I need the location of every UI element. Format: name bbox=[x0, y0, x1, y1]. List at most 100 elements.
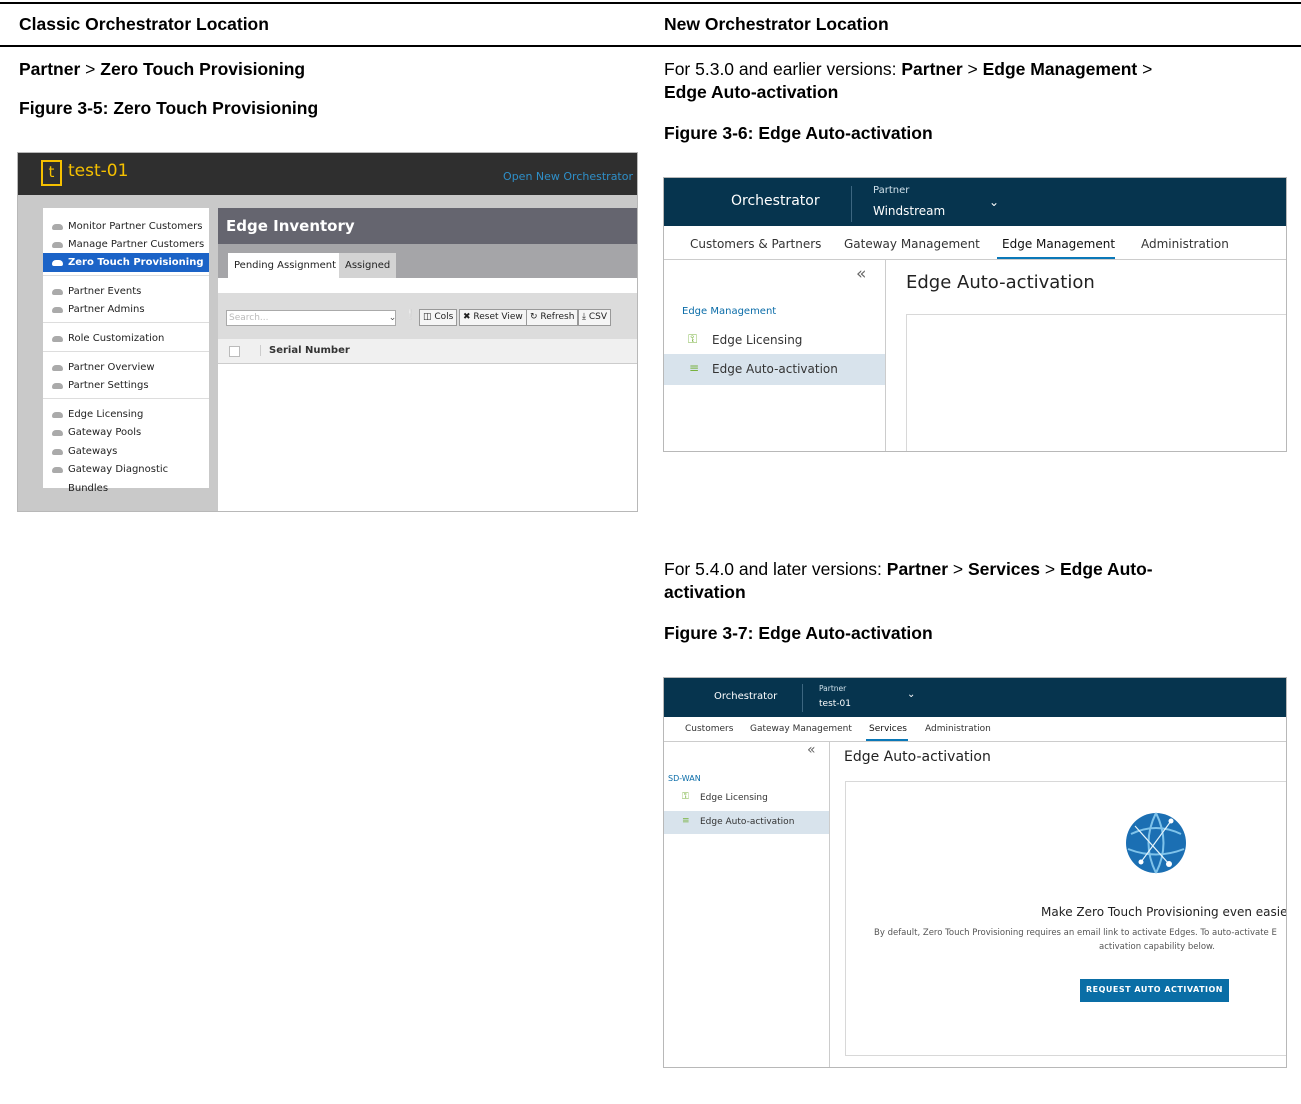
sidebar-item-gateway-diagnostic-bundles[interactable]: Gateway Diagnostic Bundles bbox=[43, 460, 209, 494]
sidebar-item-partner-events[interactable]: Partner Events bbox=[43, 282, 209, 301]
nav-item-edge-licensing[interactable]: ⚿ Edge Licensing bbox=[664, 326, 885, 354]
partner-label: Partner bbox=[873, 185, 910, 196]
header-rule bbox=[0, 45, 1301, 47]
active-tab-indicator bbox=[997, 257, 1115, 259]
sidebar-item-partner-admins[interactable]: Partner Admins bbox=[43, 300, 209, 319]
request-auto-activation-button[interactable]: REQUEST AUTO ACTIVATION bbox=[1080, 979, 1229, 1002]
double-chevron-left-icon[interactable]: « bbox=[856, 264, 866, 284]
main-tabs: Customers & Partners Gateway Management … bbox=[664, 226, 1286, 260]
top-nav: Orchestrator Partner Windstream ⌄ bbox=[664, 178, 1286, 226]
cloud-icon bbox=[52, 224, 63, 230]
tab-administration[interactable]: Administration bbox=[925, 724, 991, 734]
tab-edge-management[interactable]: Edge Management bbox=[1002, 237, 1115, 251]
tab-customers-partners[interactable]: Customers & Partners bbox=[690, 237, 821, 251]
sidebar-item-label: Partner Settings bbox=[68, 380, 149, 391]
sidebar-item-edge-licensing[interactable]: Edge Licensing bbox=[43, 405, 209, 424]
nav-section-title: SD-WAN bbox=[668, 774, 701, 783]
promo-description-line2: activation capability below. bbox=[1099, 942, 1215, 952]
edge-inventory-panel: Edge Inventory Pending Assignment Assign… bbox=[218, 208, 637, 511]
tab-gateway-management[interactable]: Gateway Management bbox=[750, 724, 852, 734]
cloud-icon bbox=[52, 260, 63, 266]
sidebar-item-gateways[interactable]: Gateways bbox=[43, 442, 209, 461]
refresh-button[interactable]: ↻ Refresh bbox=[526, 309, 579, 326]
tab-pending-assignment[interactable]: Pending Assignment bbox=[228, 253, 343, 278]
figure-caption-3-6: Figure 3-6: Edge Auto-activation bbox=[664, 123, 933, 143]
top-nav: Orchestrator Partner test-01 ⌄ bbox=[664, 678, 1286, 717]
refresh-label: Refresh bbox=[540, 312, 575, 322]
cols-button[interactable]: ◫ Cols bbox=[419, 309, 458, 326]
sidebar-item-monitor-partner-customers[interactable]: Monitor Partner Customers bbox=[43, 217, 209, 236]
edge-inventory-title: Edge Inventory bbox=[218, 208, 637, 244]
inventory-toolbar: Search... ⌄ ❕ ◫ Cols ✖ Reset View ↻ Refr… bbox=[218, 293, 637, 339]
version-intro: For 5.4.0 and later versions: bbox=[664, 559, 882, 579]
nav-item-label: Edge Auto-activation bbox=[700, 817, 795, 827]
classic-logo: t bbox=[41, 160, 62, 186]
nav-item-edge-auto-activation[interactable]: ≡ Edge Auto-activation bbox=[664, 811, 829, 834]
select-all-checkbox[interactable] bbox=[229, 346, 240, 357]
tab-administration[interactable]: Administration bbox=[1141, 237, 1229, 251]
open-new-orchestrator-link[interactable]: Open New Orchestrator bbox=[503, 170, 633, 183]
path-edge-auto-2: activation bbox=[664, 582, 746, 602]
classic-topbar: t test-01 Open New Orchestrator bbox=[18, 153, 637, 195]
path-edge-auto-activation: Edge Auto-activation bbox=[664, 82, 839, 102]
path-partner: Partner bbox=[901, 59, 963, 79]
sidebar-item-zero-touch-provisioning[interactable]: Zero Touch Provisioning bbox=[43, 253, 209, 272]
inventory-grid-header: Serial Number bbox=[218, 339, 637, 364]
figure-caption-3-5: Figure 3-5: Zero Touch Provisioning bbox=[19, 98, 319, 118]
promo-title: Make Zero Touch Provisioning even easier… bbox=[1041, 905, 1287, 919]
tab-assigned[interactable]: Assigned bbox=[339, 253, 397, 278]
tab-gateway-management[interactable]: Gateway Management bbox=[844, 237, 980, 251]
reset-view-button[interactable]: ✖ Reset View bbox=[459, 309, 527, 326]
partner-selector[interactable]: Windstream bbox=[873, 204, 945, 218]
promo-card: Make Zero Touch Provisioning even easier… bbox=[845, 781, 1287, 1056]
cloud-icon bbox=[52, 289, 63, 295]
search-input[interactable]: Search... bbox=[226, 310, 396, 326]
tab-services[interactable]: Services bbox=[869, 724, 907, 734]
tab-customers[interactable]: Customers bbox=[685, 724, 733, 734]
figure-caption-3-7: Figure 3-7: Edge Auto-activation bbox=[664, 623, 933, 643]
main-tabs: Customers Gateway Management Services Ad… bbox=[664, 717, 1286, 742]
chevron-down-icon[interactable]: ⌄ bbox=[907, 689, 915, 700]
sidebar-item-label: Partner Events bbox=[68, 286, 142, 297]
sidebar-item-partner-overview[interactable]: Partner Overview bbox=[43, 358, 209, 377]
cols-label: Cols bbox=[434, 312, 454, 322]
content-card bbox=[906, 314, 1286, 451]
sidebar-divider bbox=[43, 351, 209, 352]
sidebar-item-partner-settings[interactable]: Partner Settings bbox=[43, 376, 209, 395]
partner-selector[interactable]: test-01 bbox=[819, 699, 851, 709]
version-intro: For 5.3.0 and earlier versions: bbox=[664, 59, 897, 79]
reset-view-label: Reset View bbox=[473, 312, 523, 322]
sidebar-item-manage-partner-customers[interactable]: Manage Partner Customers bbox=[43, 235, 209, 254]
nav-item-edge-auto-activation[interactable]: ≡ Edge Auto-activation bbox=[664, 354, 885, 385]
active-tab-indicator bbox=[866, 739, 908, 741]
nav-item-edge-licensing[interactable]: ⚿ Edge Licensing bbox=[664, 788, 829, 809]
partner-label: Partner bbox=[819, 684, 847, 693]
cloud-icon bbox=[52, 242, 63, 248]
path-edge-management: Edge Management bbox=[982, 59, 1138, 79]
csv-button[interactable]: ⤓ CSV bbox=[578, 309, 611, 326]
lines-icon: ≡ bbox=[689, 361, 700, 375]
chevron-down-icon[interactable]: ⌄ bbox=[386, 310, 399, 326]
chevron-down-icon[interactable]: ⌄ bbox=[989, 195, 999, 209]
key-icon: ⚿ bbox=[688, 332, 698, 346]
double-chevron-left-icon[interactable]: « bbox=[807, 742, 816, 758]
table-top-rule bbox=[0, 2, 1301, 4]
path-services: Services bbox=[968, 559, 1041, 579]
new-column-header: New Orchestrator Location bbox=[664, 14, 889, 34]
serial-number-column[interactable]: Serial Number bbox=[260, 345, 350, 356]
classic-orchestrator-screenshot: t test-01 Open New Orchestrator Monitor … bbox=[17, 152, 638, 512]
cloud-icon bbox=[52, 383, 63, 389]
new-orchestrator-screenshot-530: Orchestrator Partner Windstream ⌄ Custom… bbox=[663, 177, 1287, 452]
sidebar-item-role-customization[interactable]: Role Customization bbox=[43, 329, 209, 348]
path-partner: Partner bbox=[19, 59, 81, 79]
info-icon[interactable]: ❕ bbox=[404, 310, 416, 321]
sidebar-item-label: Zero Touch Provisioning bbox=[68, 257, 204, 268]
path-separator: > bbox=[85, 59, 96, 79]
globe-icon bbox=[1126, 812, 1186, 874]
nav-section-title: Edge Management bbox=[682, 306, 777, 317]
brand-name: Orchestrator bbox=[714, 691, 778, 702]
sidebar-item-label: Partner Admins bbox=[68, 304, 145, 315]
sidebar-item-label: Role Customization bbox=[68, 333, 165, 344]
sidebar-item-gateway-pools[interactable]: Gateway Pools bbox=[43, 423, 209, 442]
path-edge-auto-1: Edge Auto- bbox=[1059, 559, 1153, 579]
